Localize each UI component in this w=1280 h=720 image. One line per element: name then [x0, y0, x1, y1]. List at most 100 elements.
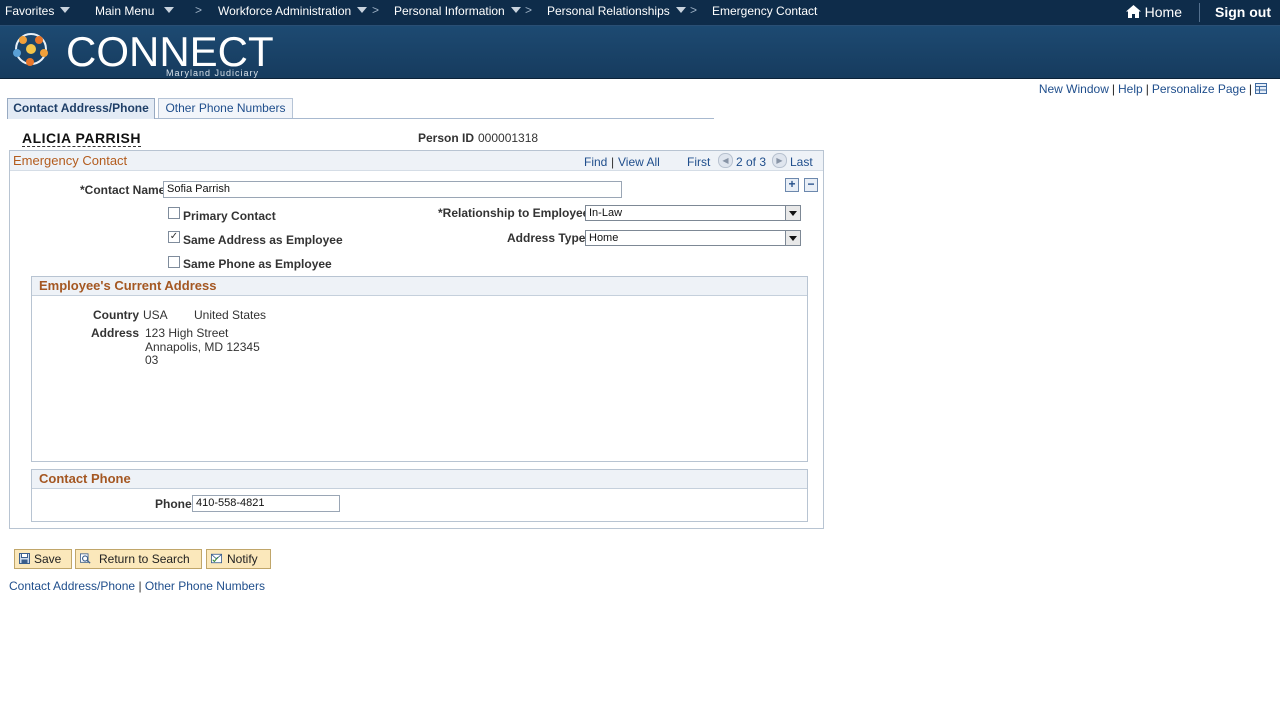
breadcrumb-label: Emergency Contact	[712, 4, 818, 18]
breadcrumb-personal-information[interactable]: Personal Information	[394, 4, 521, 18]
person-name: ALICIA PARRISH	[22, 130, 141, 147]
notify-label: Notify	[227, 552, 258, 566]
current-address-section: Employee's Current Address Country USA U…	[31, 276, 808, 462]
address-type-value: Home	[589, 232, 619, 244]
home-label: Home	[1144, 4, 1182, 20]
grid-settings-icon[interactable]	[1255, 83, 1267, 94]
same-phone-label: Same Phone as Employee	[183, 257, 332, 271]
contact-name-input[interactable]: Sofia Parrish	[163, 181, 622, 198]
breadcrumb-separator-icon: >	[525, 3, 533, 17]
page-tabs: Contact Address/Phone Other Phone Number…	[7, 98, 714, 119]
favorites-menu[interactable]: Favorites	[5, 4, 71, 18]
breadcrumb-emergency-contact[interactable]: Emergency Contact	[712, 4, 817, 18]
phone-label: Phone	[155, 497, 192, 511]
primary-contact-label: Primary Contact	[183, 209, 276, 223]
breadcrumb-label: Personal Information	[394, 4, 505, 18]
country-label: Country	[93, 308, 139, 322]
sign-out-link[interactable]: Sign out	[1215, 4, 1271, 20]
emergency-contact-panel: Emergency Contact Find | View All First …	[9, 150, 824, 529]
separator: |	[1145, 82, 1149, 96]
previous-arrow-icon[interactable]: ◀	[718, 153, 733, 168]
address-label: Address	[91, 326, 140, 340]
person-id-label: Person ID	[418, 131, 475, 145]
record-position: 2 of 3	[736, 155, 767, 169]
tab-label: Other Phone Numbers	[165, 101, 286, 115]
breadcrumb-workforce-administration[interactable]: Workforce Administration	[218, 4, 368, 18]
address-line-3: 03	[145, 353, 159, 367]
breadcrumb-separator-icon: >	[690, 3, 698, 17]
contact-name-label: *Contact Name	[80, 183, 166, 197]
same-address-label: Same Address as Employee	[183, 233, 343, 247]
search-icon	[80, 553, 91, 564]
breadcrumb-separator-icon: >	[195, 3, 203, 17]
phone-input[interactable]: 410-558-4821	[192, 495, 340, 512]
same-address-checkbox[interactable]: ✓	[168, 231, 180, 243]
current-address-title: Employee's Current Address	[39, 278, 217, 293]
bottom-page-links: Contact Address/Phone | Other Phone Numb…	[9, 579, 265, 593]
main-menu[interactable]: Main Menu	[95, 4, 175, 18]
return-to-search-label: Return to Search	[99, 552, 190, 566]
address-line-2: Annapolis, MD 12345	[145, 340, 260, 354]
separator: |	[611, 155, 615, 169]
separator: |	[138, 579, 142, 593]
notify-button[interactable]: Notify	[206, 549, 271, 569]
separator: |	[1248, 82, 1252, 96]
address-type-select[interactable]: Home	[585, 230, 801, 246]
breadcrumb-label: Personal Relationships	[547, 4, 670, 18]
save-button[interactable]: Save	[14, 549, 72, 569]
relationship-label: *Relationship to Employee	[438, 206, 590, 220]
dropdown-arrow-icon	[785, 206, 800, 220]
emergency-contact-header: Emergency Contact Find | View All First …	[10, 151, 823, 171]
breadcrumb-label: Workforce Administration	[218, 4, 352, 18]
find-link[interactable]: Find	[584, 155, 607, 169]
current-address-header: Employee's Current Address	[32, 277, 807, 296]
brand-banner: CONNECT Maryland Judiciary	[0, 26, 1280, 79]
tab-contact-address-phone[interactable]: Contact Address/Phone	[7, 98, 155, 119]
connect-logo-icon	[13, 33, 48, 66]
notify-icon	[211, 553, 222, 564]
tab-other-phone-numbers[interactable]: Other Phone Numbers	[158, 98, 293, 118]
relationship-select[interactable]: In-Law	[585, 205, 801, 221]
first-link[interactable]: First	[687, 155, 710, 169]
bottom-link-contact-address-phone[interactable]: Contact Address/Phone	[9, 579, 135, 593]
last-link[interactable]: Last	[790, 155, 813, 169]
breadcrumb-separator-icon: >	[372, 3, 380, 17]
nav-divider	[1199, 3, 1200, 22]
relationship-value: In-Law	[589, 207, 623, 219]
contact-phone-title: Contact Phone	[39, 471, 131, 486]
person-id-value: 000001318	[478, 131, 539, 145]
contact-phone-header: Contact Phone	[32, 470, 807, 489]
new-window-link[interactable]: New Window	[1039, 82, 1109, 96]
help-link[interactable]: Help	[1118, 82, 1143, 96]
home-icon	[1125, 5, 1141, 18]
address-line-1: 123 High Street	[145, 326, 229, 340]
same-phone-checkbox[interactable]	[168, 256, 180, 268]
delete-row-icon[interactable]: −	[804, 178, 818, 192]
logo-subtitle: Maryland Judiciary	[166, 68, 260, 78]
favorites-label: Favorites	[5, 4, 55, 18]
save-label: Save	[34, 552, 62, 566]
separator: |	[1111, 82, 1115, 96]
next-arrow-icon[interactable]: ▶	[772, 153, 787, 168]
country-code: USA	[143, 308, 168, 322]
primary-contact-checkbox[interactable]	[168, 207, 180, 219]
emergency-contact-title: Emergency Contact	[13, 153, 128, 168]
chevron-down-icon	[60, 7, 71, 13]
breadcrumb-personal-relationships[interactable]: Personal Relationships	[547, 4, 686, 18]
add-row-icon[interactable]: +	[785, 178, 799, 192]
tab-label: Contact Address/Phone	[13, 101, 149, 115]
contact-phone-section: Contact Phone Phone 410-558-4821	[31, 469, 808, 522]
utility-links: New Window | Help | Personalize Page |	[1039, 82, 1267, 96]
save-icon	[19, 553, 30, 564]
dropdown-arrow-icon	[785, 231, 800, 245]
personalize-page-link[interactable]: Personalize Page	[1152, 82, 1246, 96]
chevron-down-icon	[675, 7, 686, 13]
return-to-search-button[interactable]: Return to Search	[75, 549, 202, 569]
address-type-label: Address Type	[507, 231, 586, 245]
home-link[interactable]: Home	[1125, 4, 1182, 20]
view-all-link[interactable]: View All	[618, 155, 660, 169]
bottom-link-other-phone-numbers[interactable]: Other Phone Numbers	[145, 579, 265, 593]
chevron-down-icon	[164, 7, 175, 13]
top-navigation-bar: Favorites Main Menu > Workforce Administ…	[0, 0, 1280, 26]
main-menu-label: Main Menu	[95, 4, 155, 18]
